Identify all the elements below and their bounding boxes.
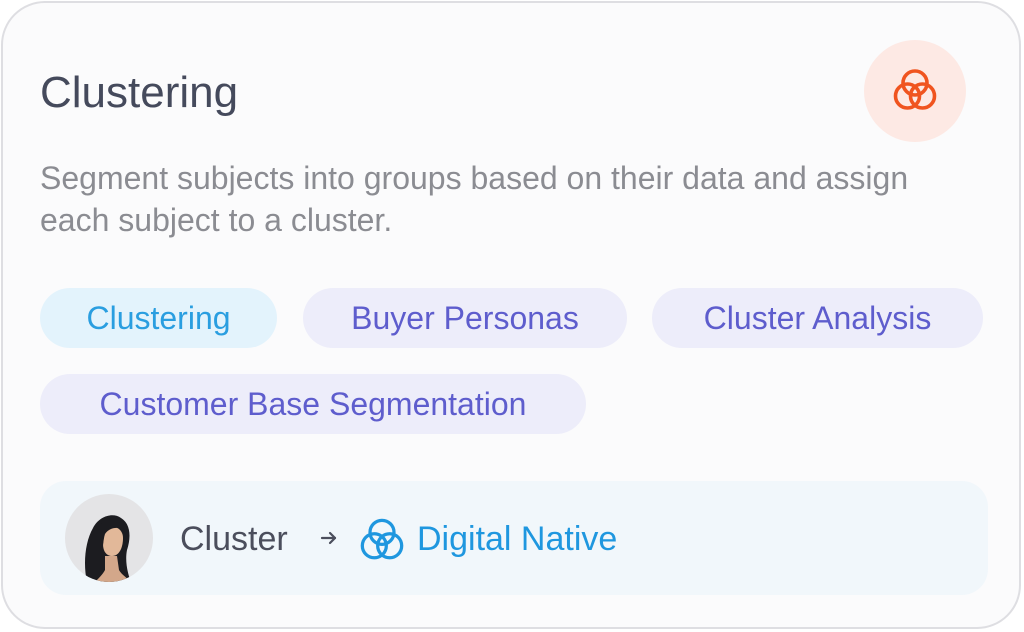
venn-three-circles-icon	[360, 518, 404, 560]
tag-clustering[interactable]: Clustering	[40, 288, 277, 348]
cluster-value[interactable]: Digital Native	[417, 519, 617, 559]
avatar	[65, 494, 153, 582]
tag-buyer-personas[interactable]: Buyer Personas	[303, 288, 627, 348]
clustering-card: Clustering Segment subjects into groups …	[1, 1, 1021, 629]
tag-cluster-analysis[interactable]: Cluster Analysis	[652, 288, 983, 348]
card-description: Segment subjects into groups based on th…	[40, 160, 909, 238]
card-badge	[864, 40, 966, 142]
arrow-right-icon	[320, 531, 337, 545]
venn-three-circles-icon	[893, 69, 937, 110]
tag-customer-base-segmentation[interactable]: Customer Base Segmentation	[40, 374, 586, 434]
cluster-label: Cluster	[180, 520, 288, 558]
card-title: Clustering	[40, 68, 239, 117]
cluster-assignment-row: Cluster Digital Native	[40, 481, 988, 595]
